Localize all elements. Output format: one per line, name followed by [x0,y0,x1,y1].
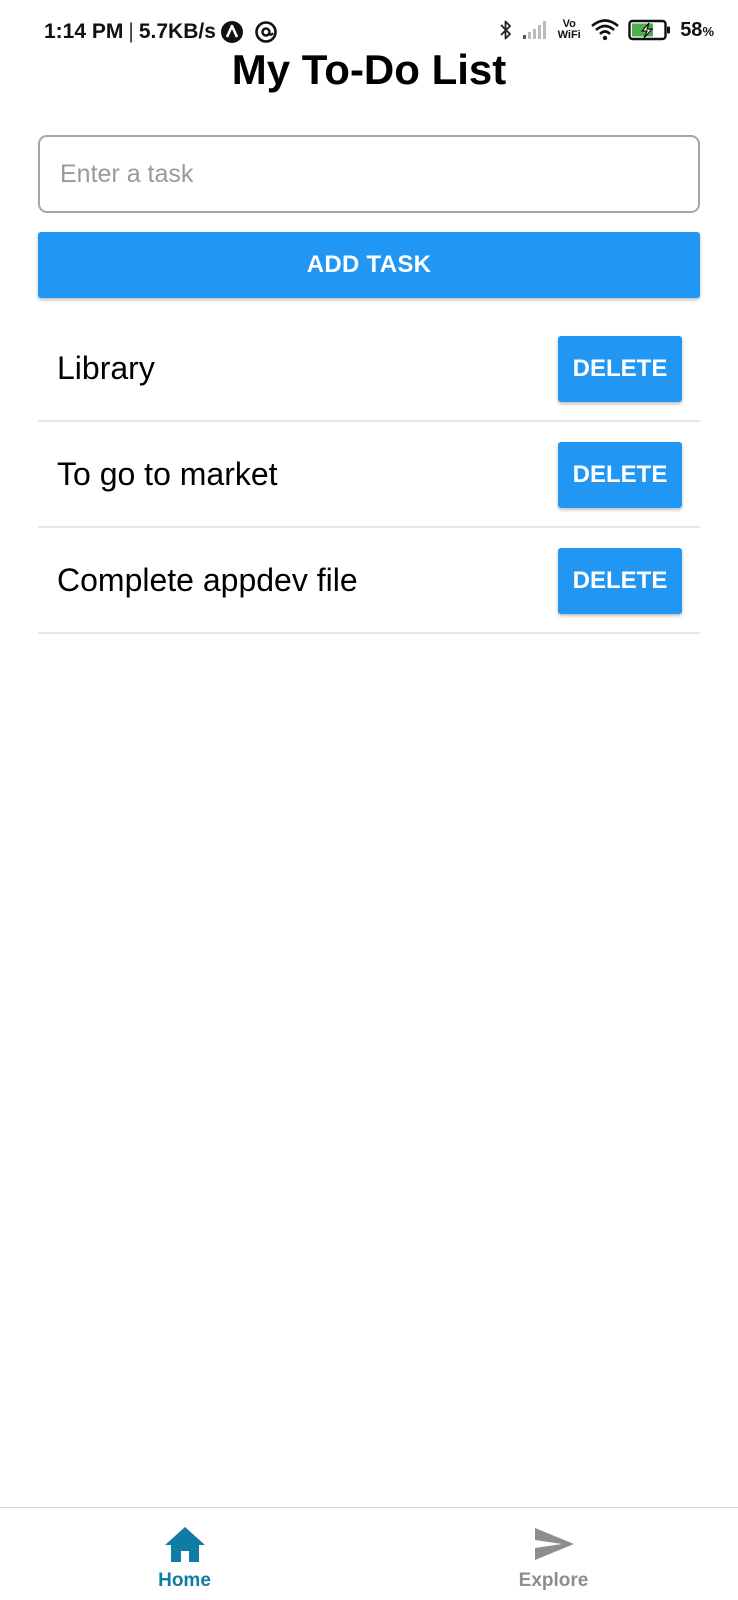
wifi-icon [590,18,620,42]
delete-task-button[interactable]: DELETE [558,336,682,402]
tab-home[interactable]: Home [0,1508,369,1600]
vowifi-indicator: Vo WiFi [556,19,582,41]
task-list: Library DELETE To go to market DELETE Co… [38,316,700,634]
task-row: Complete appdev file DELETE [38,528,700,634]
battery-percent: 58% [680,19,714,42]
status-right: Vo WiFi 58% [498,18,714,42]
battery-percent-value: 58 [680,18,703,41]
battery-charging-icon [628,18,672,42]
bluetooth-icon [498,18,514,42]
tab-home-label: Home [158,1570,211,1591]
tab-explore[interactable]: Explore [369,1508,738,1600]
signal-icon [522,20,548,40]
bottom-tab-bar: Home Explore [0,1507,738,1600]
task-label: Library [57,350,155,386]
task-row: To go to market DELETE [38,422,700,528]
tab-explore-label: Explore [518,1570,589,1591]
task-label: Complete appdev file [57,562,358,598]
delete-task-button[interactable]: DELETE [558,548,682,614]
home-icon [164,1527,205,1562]
add-task-button[interactable]: ADD TASK [38,232,700,298]
delete-task-button[interactable]: DELETE [558,442,682,508]
battery-percent-unit: % [702,23,714,39]
send-icon [534,1528,574,1560]
task-label: To go to market [57,456,278,492]
app-screen: 1:14 PM | 5.7KB/s Vo WiFi 58% My To-Do L… [0,0,738,1600]
task-input[interactable] [38,135,700,213]
task-row: Library DELETE [38,316,700,422]
page-title: My To-Do List [231,46,507,93]
